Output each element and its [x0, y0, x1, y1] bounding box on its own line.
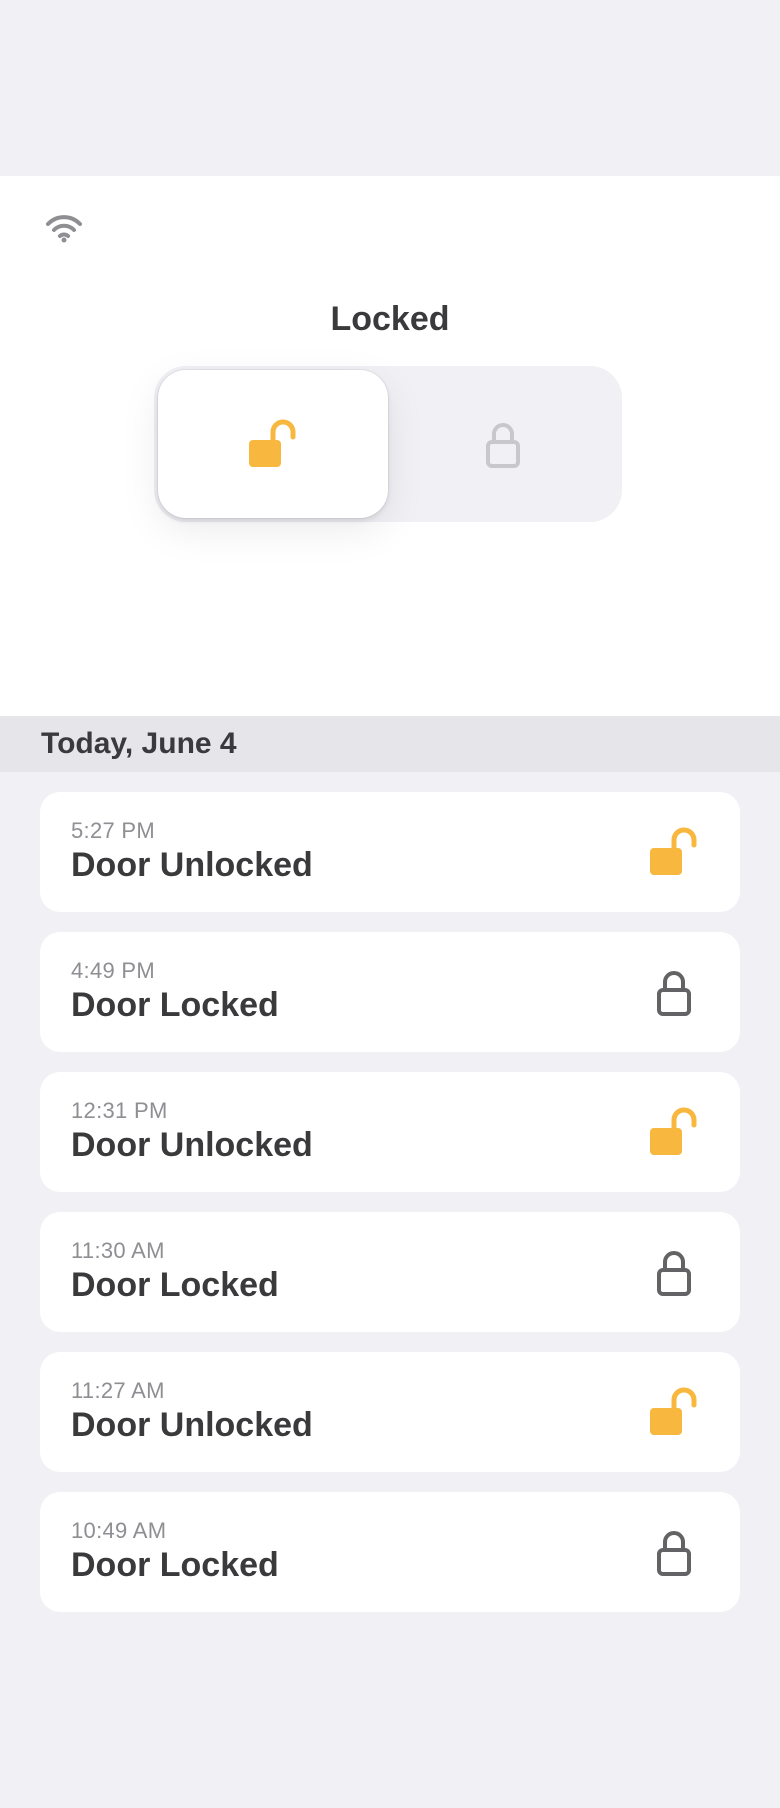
locked-padlock-icon [657, 1251, 691, 1296]
event-item[interactable]: 11:30 AM Door Locked [40, 1212, 740, 1332]
event-time: 11:30 AM [71, 1238, 165, 1263]
lock-button[interactable] [388, 370, 618, 518]
locked-padlock-icon [486, 423, 520, 468]
event-label: Door Locked [71, 1266, 279, 1304]
locked-padlock-icon [657, 971, 691, 1016]
event-item[interactable]: 12:31 PM Door Unlocked [40, 1072, 740, 1192]
event-item[interactable]: 10:49 AM Door Locked [40, 1492, 740, 1612]
event-time: 4:49 PM [71, 958, 156, 983]
unlocked-padlock-icon [650, 827, 697, 875]
event-label: Door Locked [71, 1546, 279, 1584]
event-label: Door Locked [71, 986, 279, 1024]
lock-status-title: Locked [330, 300, 450, 338]
event-time: 12:31 PM [71, 1098, 168, 1123]
wifi-icon [46, 215, 82, 243]
event-time: 10:49 AM [71, 1518, 167, 1543]
event-label: Door Unlocked [71, 846, 313, 884]
event-time: 5:27 PM [71, 818, 156, 843]
unlock-button[interactable] [158, 370, 388, 518]
unlocked-padlock-icon [650, 1107, 697, 1155]
lock-toggle[interactable] [154, 366, 622, 522]
event-list: 5:27 PM Door Unlocked 4:49 PM Door Locke… [40, 792, 740, 1632]
date-label: Today, June 4 [41, 727, 237, 760]
unlocked-padlock-icon [650, 1387, 697, 1435]
event-label: Door Unlocked [71, 1406, 313, 1444]
top-spacer [0, 0, 780, 176]
event-time: 11:27 AM [71, 1378, 165, 1403]
event-item[interactable]: 5:27 PM Door Unlocked [40, 792, 740, 912]
unlocked-padlock-icon [249, 419, 296, 467]
locked-padlock-icon [657, 1531, 691, 1576]
history-date-header: Today, June 4 [0, 716, 780, 772]
event-item[interactable]: 4:49 PM Door Locked [40, 932, 740, 1052]
event-item[interactable]: 11:27 AM Door Unlocked [40, 1352, 740, 1472]
event-label: Door Unlocked [71, 1126, 313, 1164]
